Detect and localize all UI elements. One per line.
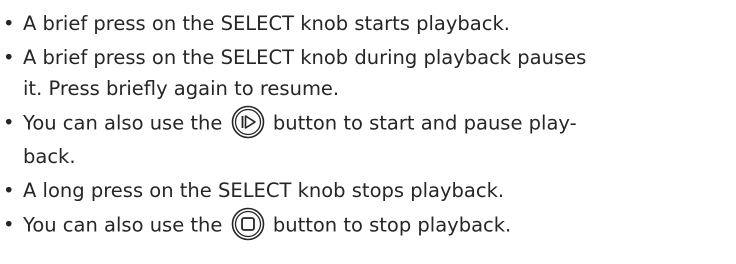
item-text-after-icon: button to start and pause play-	[272, 111, 577, 135]
bullet-list: • A brief press on the SELECT knob start…	[0, 8, 736, 243]
bullet-marker: •	[3, 213, 15, 236]
item-text-after-icon: button to stop playback.	[272, 213, 512, 237]
bullet-marker: •	[3, 111, 15, 134]
item-text-line-1: You can also use the button to start and…	[23, 105, 736, 141]
stop-button-icon	[231, 207, 265, 241]
item-text-before-icon: You can also use the	[23, 111, 223, 135]
item-text: A long press on the SELECT knob stops pl…	[23, 179, 505, 202]
list-item-pause-playback: • A brief press on the SELECT knob durin…	[0, 42, 736, 104]
item-text-line-1: A brief press on the SELECT knob during …	[23, 46, 587, 69]
item-text-line-2: it. Press briefly again to resume.	[23, 77, 340, 100]
bullet-marker: •	[3, 12, 15, 35]
list-item-start-playback: • A brief press on the SELECT knob start…	[0, 8, 736, 39]
item-text-line-2: back.	[23, 145, 76, 168]
item-text: You can also use the button to stop play…	[23, 207, 736, 243]
item-text: A brief press on the SELECT knob starts …	[23, 12, 510, 35]
play-pause-button-icon	[231, 105, 265, 139]
list-item-play-pause-button: • You can also use the button to start a…	[0, 105, 736, 172]
bullet-marker: •	[3, 46, 15, 69]
item-text-before-icon: You can also use the	[23, 213, 223, 237]
list-item-stop-button: • You can also use the button to stop pl…	[0, 207, 736, 243]
instruction-list-section: • A brief press on the SELECT knob start…	[0, 8, 736, 246]
bullet-marker: •	[3, 179, 15, 202]
list-item-stop-playback: • A long press on the SELECT knob stops …	[0, 175, 736, 206]
